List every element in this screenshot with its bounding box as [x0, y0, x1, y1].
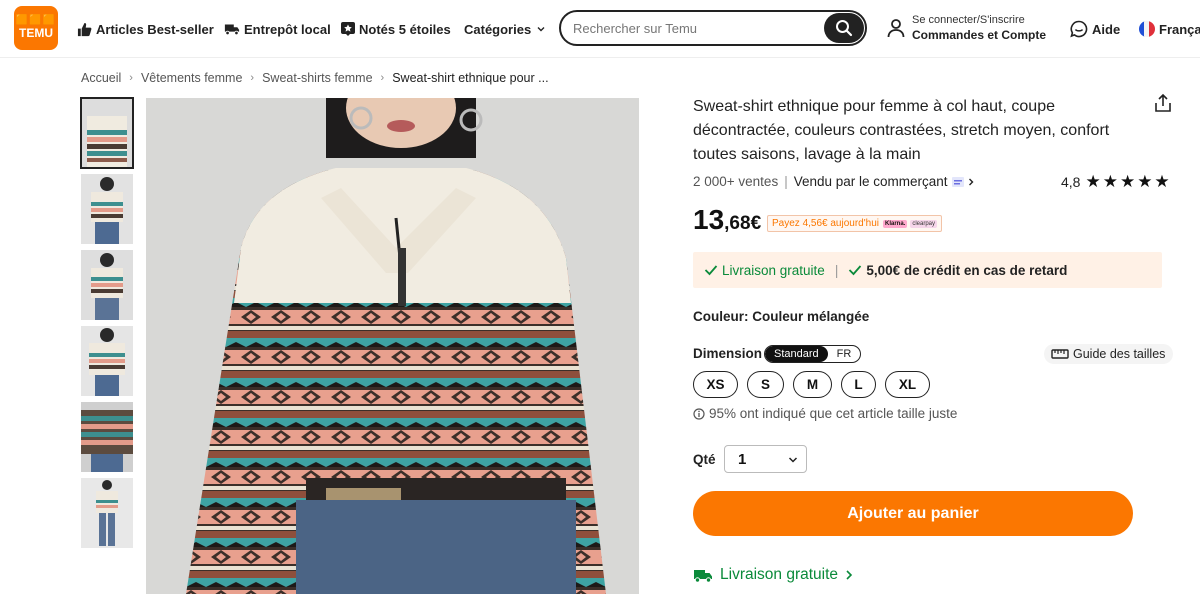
- nav-local-warehouse[interactable]: Entrepôt local: [224, 20, 331, 38]
- dimension-label: Dimension: [693, 346, 763, 361]
- breadcrumb-sweatshirts[interactable]: Sweat-shirts femme: [262, 71, 372, 85]
- chevron-right-icon: ›: [380, 72, 385, 84]
- chat-bubble-icon: [1070, 20, 1088, 38]
- size-option-s[interactable]: S: [747, 371, 784, 398]
- nav-bestseller-label: Articles Best-seller: [96, 21, 214, 37]
- top-header: 🟧🟧🟧 TEMU Articles Best-seller Entrepôt l…: [0, 0, 1200, 58]
- help-label: Aide: [1092, 21, 1121, 37]
- share-button[interactable]: [1153, 93, 1173, 118]
- pay-now-badge[interactable]: Payez 4,56€ aujourd'hui Klarna. clearpay: [767, 215, 943, 232]
- thumbnail-2[interactable]: [81, 174, 133, 244]
- flag-fr-icon: [1139, 21, 1155, 37]
- nav-bestseller[interactable]: Articles Best-seller: [77, 20, 214, 38]
- divider: |: [784, 174, 788, 189]
- thumbnail-4[interactable]: [81, 326, 133, 396]
- free-shipping-link-label: Livraison gratuite: [720, 566, 839, 583]
- price-decimal: ,68€: [724, 213, 762, 234]
- add-to-cart-button[interactable]: Ajouter au panier: [693, 491, 1133, 536]
- info-icon: [693, 407, 705, 420]
- size-options: XS S M L XL: [693, 371, 939, 398]
- logo-mark: 🟧🟧🟧: [15, 15, 57, 26]
- thumbnail-6[interactable]: [81, 478, 133, 548]
- late-credit-label: 5,00€ de crédit en cas de retard: [866, 262, 1068, 278]
- rating-value: 4,8: [1061, 174, 1081, 190]
- truck-icon: [224, 24, 240, 36]
- size-option-xs[interactable]: XS: [693, 371, 738, 398]
- size-option-m[interactable]: M: [793, 371, 832, 398]
- chevron-right-icon: [968, 178, 974, 185]
- size-guide-label: Guide des tailles: [1073, 347, 1166, 361]
- product-title: Sweat-shirt ethnique pour femme à col ha…: [693, 98, 1110, 163]
- shipping-promo-banner: Livraison gratuite | 5,00€ de crédit en …: [693, 252, 1162, 288]
- late-credit-promo: 5,00€ de crédit en cas de retard: [848, 263, 1067, 278]
- dimension-toggle: Standard FR: [764, 345, 862, 363]
- search-input[interactable]: [573, 18, 813, 38]
- logo-text: TEMU: [19, 26, 53, 40]
- free-shipping-promo: Livraison gratuite: [704, 263, 825, 278]
- klarna-logo: Klarna.: [883, 219, 908, 228]
- language-selector[interactable]: Français: [1139, 20, 1200, 38]
- color-label: Couleur: Couleur mélangée: [693, 309, 870, 324]
- chevron-right-icon: ›: [250, 72, 255, 84]
- nav-five-stars[interactable]: Notés 5 étoiles: [341, 20, 451, 38]
- search-button[interactable]: [824, 13, 864, 43]
- sales-count: 2 000+ ventes: [693, 174, 779, 189]
- nav-categories-label: Catégories: [464, 21, 532, 37]
- account-signin-label: Se connecter/S'inscrire: [912, 14, 1025, 26]
- merchant-badge-icon: [951, 176, 964, 187]
- check-icon: [704, 265, 718, 276]
- fit-note-text: 95% ont indiqué que cet article taille j…: [709, 406, 958, 421]
- share-icon: [1155, 93, 1171, 112]
- dimension-standard-option[interactable]: Standard: [765, 346, 828, 362]
- breadcrumb-current: Sweat-shirt ethnique pour ...: [392, 71, 549, 85]
- price-integer: 13: [693, 204, 725, 235]
- chevron-down-icon: [788, 457, 798, 463]
- thumbnail-1[interactable]: [80, 97, 134, 169]
- check-icon: [849, 265, 862, 276]
- truck-icon: [694, 569, 712, 583]
- pay-now-text: Payez 4,56€ aujourd'hui: [772, 218, 879, 229]
- thumbs-up-icon: [77, 22, 92, 36]
- dimension-fr-option[interactable]: FR: [828, 346, 861, 362]
- star-badge-icon: [341, 22, 355, 36]
- main-product-image[interactable]: [146, 98, 639, 594]
- seller-link[interactable]: Vendu par le commerçant: [794, 174, 948, 189]
- user-icon: [887, 19, 905, 38]
- breadcrumb: Accueil › Vêtements femme › Sweat-shirts…: [81, 71, 549, 85]
- thumbnail-5[interactable]: [81, 402, 133, 472]
- free-shipping-link[interactable]: Livraison gratuite: [693, 566, 854, 584]
- quantity-value: 1: [738, 451, 747, 468]
- search-icon: [836, 20, 853, 37]
- account-orders-label: Commandes et Compte: [912, 28, 1047, 42]
- fit-note: 95% ont indiqué que cet article taille j…: [693, 406, 957, 421]
- rating-stars: ★★★★★: [1085, 172, 1172, 191]
- divider: |: [834, 262, 839, 278]
- search-bar: [559, 10, 867, 46]
- nav-categories[interactable]: Catégories: [464, 20, 546, 38]
- product-rating[interactable]: 4,8 ★★★★★: [1061, 172, 1172, 191]
- quantity-select[interactable]: 1: [724, 445, 807, 473]
- quantity-label: Qté: [693, 452, 716, 467]
- size-option-l[interactable]: L: [841, 371, 876, 398]
- language-label: Français: [1159, 21, 1200, 37]
- chevron-right-icon: [846, 570, 853, 580]
- product-price: 13,68€: [693, 204, 761, 236]
- breadcrumb-home[interactable]: Accueil: [81, 71, 121, 85]
- nav-local-label: Entrepôt local: [244, 21, 331, 37]
- ruler-icon: [1051, 349, 1069, 359]
- help-link[interactable]: Aide: [1070, 20, 1120, 38]
- chevron-down-icon: [537, 27, 545, 32]
- thumbnail-3[interactable]: [81, 250, 133, 320]
- product-photo-illustration: [146, 98, 639, 594]
- chevron-right-icon: ›: [129, 72, 133, 84]
- temu-logo[interactable]: 🟧🟧🟧 TEMU: [14, 6, 58, 50]
- nav-rated-label: Notés 5 étoiles: [359, 21, 451, 37]
- size-guide-button[interactable]: Guide des tailles: [1044, 344, 1174, 364]
- sales-info: 2 000+ ventes | Vendu par le commerçant: [693, 174, 976, 189]
- clearpay-logo: clearpay: [910, 219, 938, 228]
- free-shipping-label: Livraison gratuite: [722, 262, 825, 278]
- breadcrumb-women-clothing[interactable]: Vêtements femme: [141, 71, 242, 85]
- size-option-xl[interactable]: XL: [885, 371, 930, 398]
